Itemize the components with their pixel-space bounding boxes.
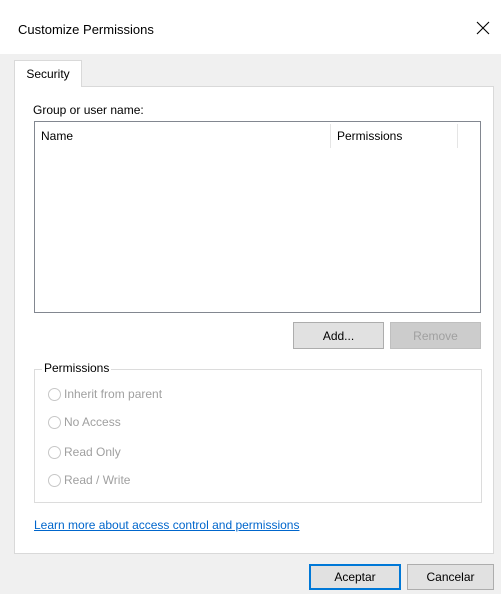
radio-no-access-label: No Access	[64, 415, 121, 429]
window-title: Customize Permissions	[18, 22, 154, 37]
radio-read-only-label: Read Only	[64, 445, 121, 459]
column-header-name-label: Name	[41, 128, 74, 143]
radio-read-only[interactable]: Read Only	[48, 445, 121, 459]
learn-more-link[interactable]: Learn more about access control and perm…	[34, 518, 299, 532]
radio-read-write[interactable]: Read / Write	[48, 473, 130, 487]
remove-button-label: Remove	[413, 328, 458, 343]
radio-circle	[48, 387, 61, 401]
security-tab-panel: Group or user name: Name Permissions Add…	[14, 86, 494, 554]
radio-circle	[48, 473, 61, 487]
tab-security-label: Security	[26, 67, 70, 81]
radio-inherit-from-parent[interactable]: Inherit from parent	[48, 387, 162, 401]
group-or-user-label: Group or user name:	[33, 103, 144, 117]
group-user-list[interactable]: Name Permissions	[34, 121, 481, 313]
list-header: Name Permissions	[35, 122, 480, 149]
radio-inherit-from-parent-label: Inherit from parent	[64, 387, 163, 401]
cancel-button[interactable]: Cancelar	[407, 564, 494, 590]
add-button[interactable]: Add...	[293, 322, 384, 349]
radio-no-access[interactable]: No Access	[48, 415, 121, 429]
permissions-groupbox-legend: Permissions	[42, 361, 112, 375]
remove-button[interactable]: Remove	[390, 322, 481, 349]
column-header-permissions-label: Permissions	[337, 128, 403, 143]
tab-security[interactable]: Security	[14, 60, 82, 87]
column-header-permissions[interactable]: Permissions	[337, 122, 402, 149]
radio-circle	[48, 415, 61, 429]
ok-button[interactable]: Aceptar	[309, 564, 401, 590]
radio-read-write-label: Read / Write	[64, 473, 131, 487]
column-header-name[interactable]: Name	[41, 122, 73, 149]
close-icon	[476, 21, 490, 35]
close-button[interactable]	[471, 16, 495, 40]
column-separator[interactable]	[330, 124, 331, 148]
ok-button-label: Aceptar	[334, 570, 376, 584]
column-separator[interactable]	[457, 124, 458, 148]
add-button-label: Add...	[322, 328, 355, 343]
title-bar: Customize Permissions	[0, 0, 501, 54]
cancel-button-label: Cancelar	[426, 570, 475, 584]
radio-circle	[48, 445, 61, 459]
dialog-client-area: Security Group or user name: Name Permis…	[0, 54, 501, 594]
